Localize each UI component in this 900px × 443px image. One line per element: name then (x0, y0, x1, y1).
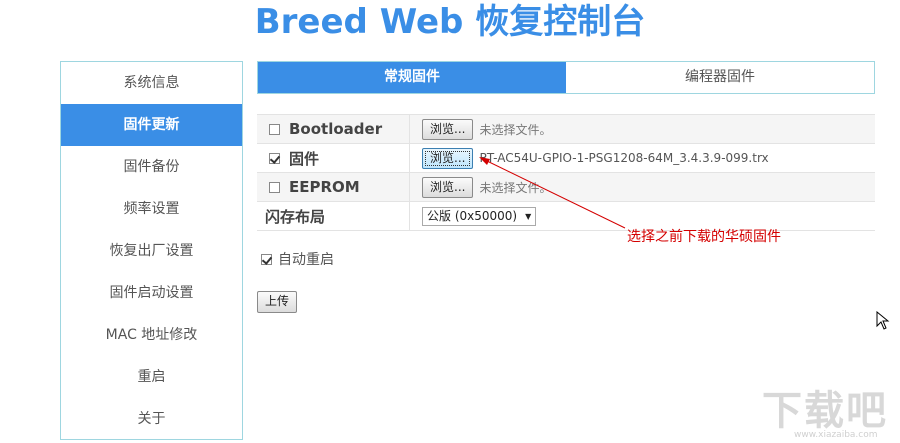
eeprom-file-name: 未选择文件。 (479, 180, 552, 195)
eeprom-checkbox[interactable] (269, 181, 280, 193)
bootloader-value-cell: 浏览... 未选择文件。 (410, 115, 551, 143)
bootloader-checkbox[interactable] (269, 123, 280, 135)
firmware-label: 固件 (289, 149, 320, 168)
upload-button[interactable]: 上传 (257, 291, 298, 313)
flash-layout-value-cell: 公版 (0x50000) ▼ (410, 202, 537, 230)
firmware-label-cell: 固件 (257, 144, 410, 172)
flash-layout-select[interactable]: 公版 (0x50000) ▼ (422, 206, 537, 226)
firmware-browse-button[interactable]: 浏览... (422, 147, 474, 169)
eeprom-browse-button[interactable]: 浏览... (422, 176, 474, 198)
tab-regular-firmware[interactable]: 常规固件 (258, 62, 566, 93)
firmware-checkbox[interactable] (269, 152, 280, 164)
watermark-url: www.xiazaiba.com (794, 430, 878, 440)
firmware-value-cell: 浏览... RT-AC54U-GPIO-1-PSG1208-64M_3.4.3.… (410, 144, 769, 172)
bootloader-label: Bootloader (289, 120, 383, 138)
sidebar-item-boot-settings[interactable]: 固件启动设置 (61, 272, 242, 314)
auto-reboot-option[interactable]: 自动重启 (261, 249, 334, 269)
firmware-form: Bootloader 浏览... 未选择文件。 固件 浏览... RT-AC54… (257, 114, 875, 231)
mouse-cursor-icon (876, 311, 890, 330)
chevron-down-icon: ▼ (525, 211, 532, 221)
watermark-logo: 下载吧 (762, 388, 888, 434)
form-row-flash-layout: 闪存布局 公版 (0x50000) ▼ (257, 202, 875, 231)
eeprom-value-cell: 浏览... 未选择文件。 (410, 173, 551, 201)
eeprom-label: EEPROM (289, 178, 360, 196)
form-row-eeprom: EEPROM 浏览... 未选择文件。 (257, 173, 875, 202)
form-row-bootloader: Bootloader 浏览... 未选择文件。 (257, 115, 875, 144)
auto-reboot-checkbox[interactable] (261, 253, 272, 265)
sidebar: 系统信息 固件更新 固件备份 频率设置 恢复出厂设置 固件启动设置 MAC 地址… (60, 61, 243, 440)
tab-programmer-firmware[interactable]: 编程器固件 (566, 62, 874, 93)
form-row-firmware: 固件 浏览... RT-AC54U-GPIO-1-PSG1208-64M_3.4… (257, 144, 875, 173)
sidebar-item-system-info[interactable]: 系统信息 (61, 62, 242, 104)
sidebar-item-mac-address[interactable]: MAC 地址修改 (61, 314, 242, 356)
firmware-tabs: 常规固件 编程器固件 (257, 61, 875, 94)
bootloader-browse-button[interactable]: 浏览... (422, 118, 474, 140)
annotation-text: 选择之前下载的华硕固件 (627, 229, 781, 245)
page-title: Breed Web 恢复控制台 (254, 2, 646, 42)
sidebar-item-frequency-settings[interactable]: 频率设置 (61, 188, 242, 230)
flash-layout-label: 闪存布局 (257, 202, 410, 230)
sidebar-item-firmware-update[interactable]: 固件更新 (61, 104, 242, 146)
auto-reboot-label: 自动重启 (278, 252, 334, 268)
eeprom-label-cell: EEPROM (257, 173, 410, 201)
bootloader-file-name: 未选择文件。 (479, 122, 552, 137)
firmware-file-name: RT-AC54U-GPIO-1-PSG1208-64M_3.4.3.9-099.… (479, 151, 769, 165)
sidebar-item-factory-reset[interactable]: 恢复出厂设置 (61, 230, 242, 272)
flash-layout-selected: 公版 (0x50000) (427, 208, 518, 223)
bootloader-label-cell: Bootloader (257, 115, 410, 143)
sidebar-item-reboot[interactable]: 重启 (61, 356, 242, 398)
sidebar-item-firmware-backup[interactable]: 固件备份 (61, 146, 242, 188)
sidebar-item-about[interactable]: 关于 (61, 398, 242, 440)
